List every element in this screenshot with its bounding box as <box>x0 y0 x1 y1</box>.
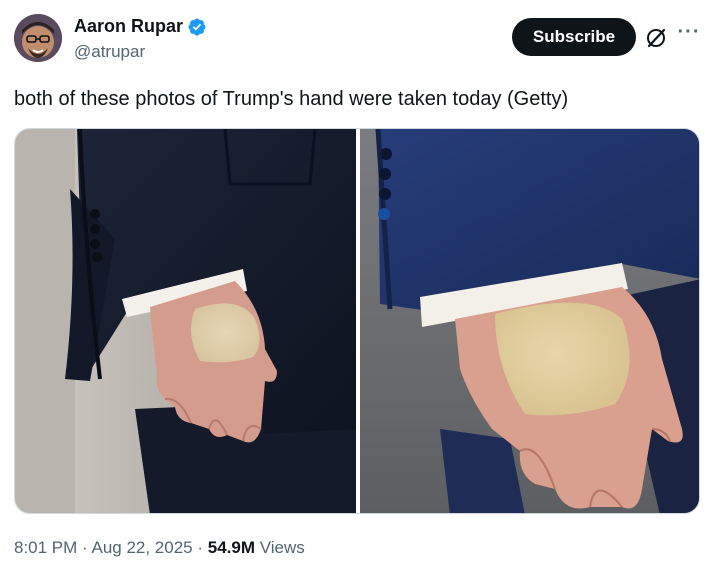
grok-icon[interactable] <box>644 26 668 50</box>
views-label: Views <box>255 538 305 557</box>
avatar[interactable] <box>14 14 62 62</box>
verified-badge-icon[interactable] <box>187 17 207 37</box>
author-name-row[interactable]: Aaron Rupar <box>74 16 207 37</box>
tweet-text: both of these photos of Trump's hand wer… <box>14 88 569 110</box>
tweet-time[interactable]: 8:01 PM <box>14 538 77 557</box>
tweet: Aaron Rupar @atrupar Subscribe ··· both … <box>0 0 716 575</box>
media-grid <box>14 128 700 514</box>
views-count: 54.9M <box>207 538 255 557</box>
avatar-image <box>14 14 62 62</box>
tweet-date[interactable]: Aug 22, 2025 <box>91 538 192 557</box>
author-handle[interactable]: @atrupar <box>74 42 145 62</box>
more-icon[interactable]: ··· <box>676 22 702 48</box>
author-display-name[interactable]: Aaron Rupar <box>74 16 183 37</box>
tweet-metadata: 8:01 PM · Aug 22, 2025 · 54.9M Views <box>14 538 305 558</box>
media-photo-1[interactable] <box>15 129 356 514</box>
meta-separator: · <box>77 538 92 557</box>
media-photo-2[interactable] <box>360 129 700 514</box>
subscribe-button[interactable]: Subscribe <box>512 18 636 56</box>
meta-separator: · <box>192 538 208 557</box>
